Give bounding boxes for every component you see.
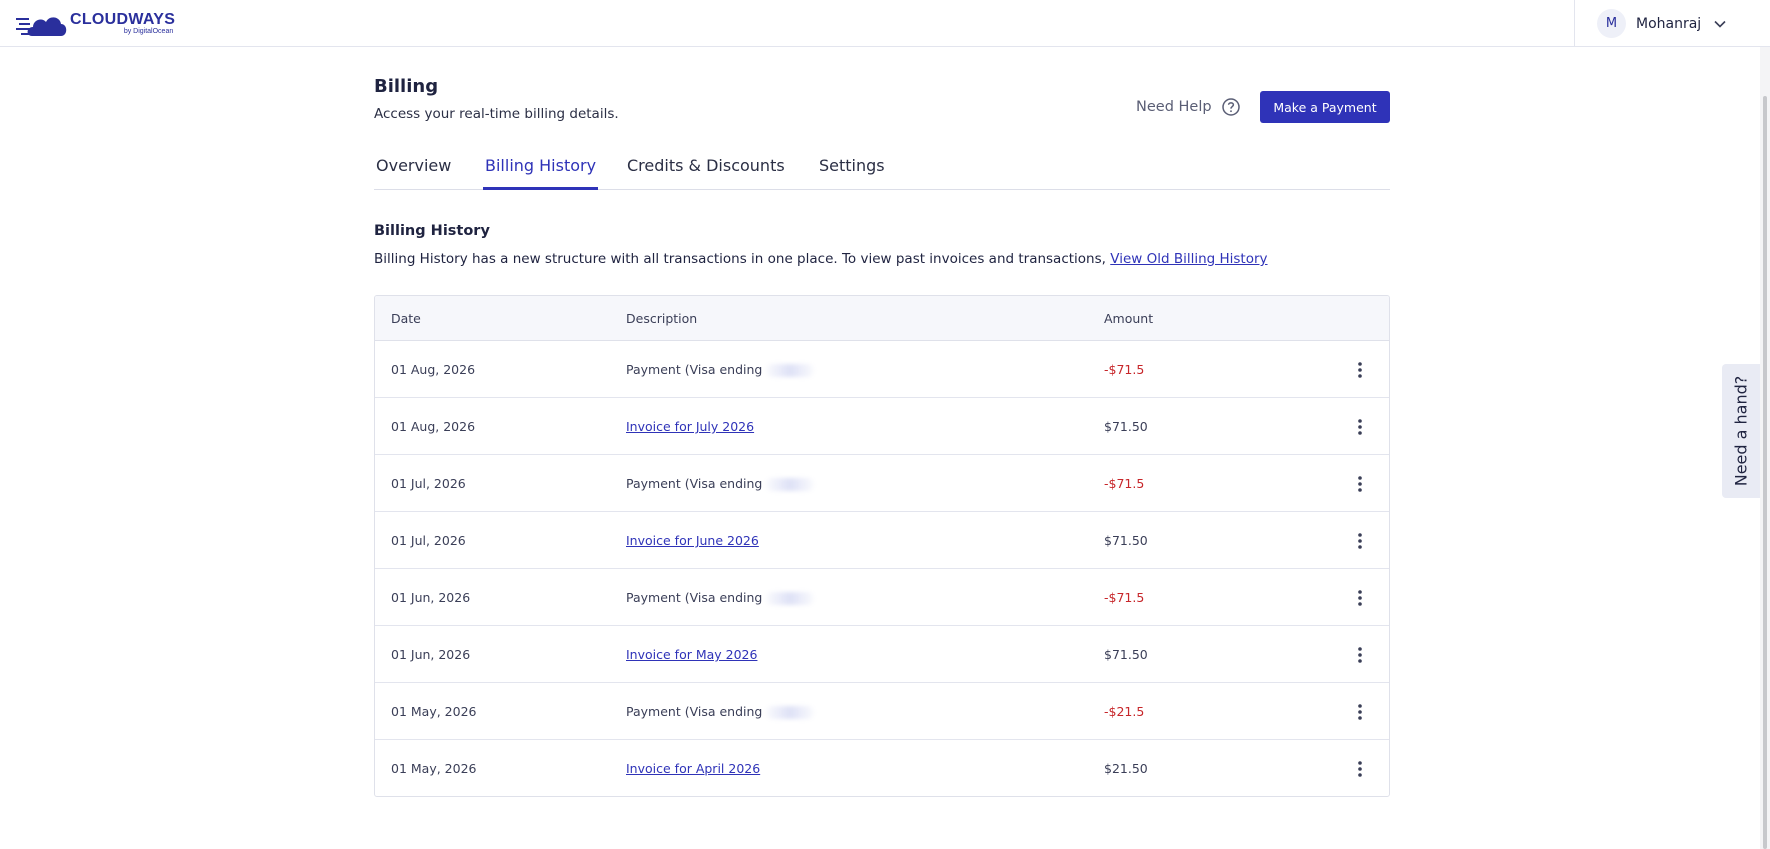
invoice-link[interactable]: Invoice for May 2026 xyxy=(626,647,757,662)
row-date: 01 Jul, 2026 xyxy=(391,533,466,548)
top-bar: CLOUDWAYS by DigitalOcean M Mohanraj xyxy=(0,0,1770,47)
row-date: 01 May, 2026 xyxy=(391,761,477,776)
row-date: 01 Jun, 2026 xyxy=(391,590,471,605)
cloud-logo-icon xyxy=(16,17,67,36)
need-help-label: Need Help xyxy=(1136,99,1212,115)
row-date: 01 Jun, 2026 xyxy=(391,647,471,662)
payment-description: Payment (Visa ending xyxy=(626,590,763,605)
row-date: 01 Aug, 2026 xyxy=(391,419,476,434)
invoice-link[interactable]: Invoice for April 2026 xyxy=(626,761,760,776)
row-date: 01 May, 2026 xyxy=(391,704,477,719)
brand-sub: by DigitalOcean xyxy=(123,28,174,35)
redacted-card-number xyxy=(766,706,815,719)
table-row: 01 Jun, 2026 Invoice for May 2026 $71.50 xyxy=(375,626,1389,683)
row-amount: $71.50 xyxy=(1104,647,1148,662)
row-description: Payment (Visa ending xyxy=(626,590,815,605)
invoice-link[interactable]: Invoice for July 2026 xyxy=(626,419,754,434)
table-row: 01 May, 2026 Payment (Visa ending -$21.5 xyxy=(375,683,1389,740)
row-amount: -$71.5 xyxy=(1104,590,1145,605)
table-row: 01 Jul, 2026 Invoice for June 2026 $71.5… xyxy=(375,512,1389,569)
more-options-icon[interactable] xyxy=(1354,532,1366,550)
brand-name: CLOUDWAYS xyxy=(70,11,176,28)
payment-description: Payment (Visa ending xyxy=(626,476,763,491)
row-description: Payment (Visa ending xyxy=(626,704,815,719)
page-title: Billing xyxy=(374,76,439,97)
row-description: Invoice for May 2026 xyxy=(626,647,757,662)
more-options-icon[interactable] xyxy=(1354,589,1366,607)
billing-tabs: Overview Billing History Credits & Disco… xyxy=(374,154,1390,190)
chevron-down-icon xyxy=(1714,20,1726,28)
need-a-hand-label: Need a hand? xyxy=(1731,375,1751,487)
more-options-icon[interactable] xyxy=(1354,418,1366,436)
more-options-icon[interactable] xyxy=(1354,646,1366,664)
table-row: 01 Aug, 2026 Invoice for July 2026 $71.5… xyxy=(375,398,1389,455)
table-row: 01 Aug, 2026 Payment (Visa ending -$71.5 xyxy=(375,341,1389,398)
table-header: Date Description Amount xyxy=(375,296,1389,341)
row-description: Invoice for June 2026 xyxy=(626,533,759,548)
scrollbar-thumb[interactable] xyxy=(1763,96,1767,849)
user-name: Mohanraj xyxy=(1636,15,1702,32)
need-a-hand-tab[interactable]: Need a hand? xyxy=(1722,364,1760,498)
table-row: 01 Jul, 2026 Payment (Visa ending -$71.5 xyxy=(375,455,1389,512)
more-options-icon[interactable] xyxy=(1354,703,1366,721)
more-options-icon[interactable] xyxy=(1354,361,1366,379)
payment-description: Payment (Visa ending xyxy=(626,362,763,377)
table-row: 01 Jun, 2026 Payment (Visa ending -$71.5 xyxy=(375,569,1389,626)
page-subtitle: Access your real-time billing details. xyxy=(374,106,619,122)
invoice-link[interactable]: Invoice for June 2026 xyxy=(626,533,759,548)
row-description: Payment (Visa ending xyxy=(626,476,815,491)
column-date: Date xyxy=(391,311,421,326)
row-description: Invoice for July 2026 xyxy=(626,419,754,434)
section-description-text: Billing History has a new structure with… xyxy=(374,251,1106,267)
row-amount: $71.50 xyxy=(1104,533,1148,548)
redacted-card-number xyxy=(766,478,815,491)
user-menu[interactable]: M Mohanraj xyxy=(1574,0,1770,47)
tab-credits-discounts[interactable]: Credits & Discounts xyxy=(625,156,787,190)
row-amount: -$71.5 xyxy=(1104,476,1145,491)
more-options-icon[interactable] xyxy=(1354,475,1366,493)
need-help-link[interactable]: Need Help xyxy=(1136,97,1241,117)
row-amount: -$21.5 xyxy=(1104,704,1145,719)
tab-settings[interactable]: Settings xyxy=(817,156,887,190)
row-amount: $21.50 xyxy=(1104,761,1148,776)
row-description: Invoice for April 2026 xyxy=(626,761,760,776)
tab-billing-history[interactable]: Billing History xyxy=(483,156,599,190)
section-description: Billing History has a new structure with… xyxy=(374,251,1268,267)
tab-overview[interactable]: Overview xyxy=(374,156,453,190)
redacted-card-number xyxy=(766,592,815,605)
column-amount: Amount xyxy=(1104,311,1154,326)
column-description: Description xyxy=(626,311,698,326)
view-old-billing-history-link[interactable]: View Old Billing History xyxy=(1110,251,1267,267)
more-options-icon[interactable] xyxy=(1354,760,1366,778)
redacted-card-number xyxy=(766,364,815,377)
section-title: Billing History xyxy=(374,223,490,239)
row-amount: -$71.5 xyxy=(1104,362,1145,377)
cloudways-logo[interactable]: CLOUDWAYS by DigitalOcean xyxy=(16,9,175,39)
table-row: 01 May, 2026 Invoice for April 2026 $21.… xyxy=(375,740,1389,796)
payment-description: Payment (Visa ending xyxy=(626,704,763,719)
make-payment-button[interactable]: Make a Payment xyxy=(1260,91,1390,123)
question-circle-icon xyxy=(1221,98,1240,116)
avatar: M xyxy=(1597,9,1626,38)
row-description: Payment (Visa ending xyxy=(626,362,815,377)
row-date: 01 Jul, 2026 xyxy=(391,476,466,491)
row-amount: $71.50 xyxy=(1104,419,1148,434)
billing-history-table: Date Description Amount 01 Aug, 2026 Pay… xyxy=(374,295,1390,797)
row-date: 01 Aug, 2026 xyxy=(391,362,476,377)
